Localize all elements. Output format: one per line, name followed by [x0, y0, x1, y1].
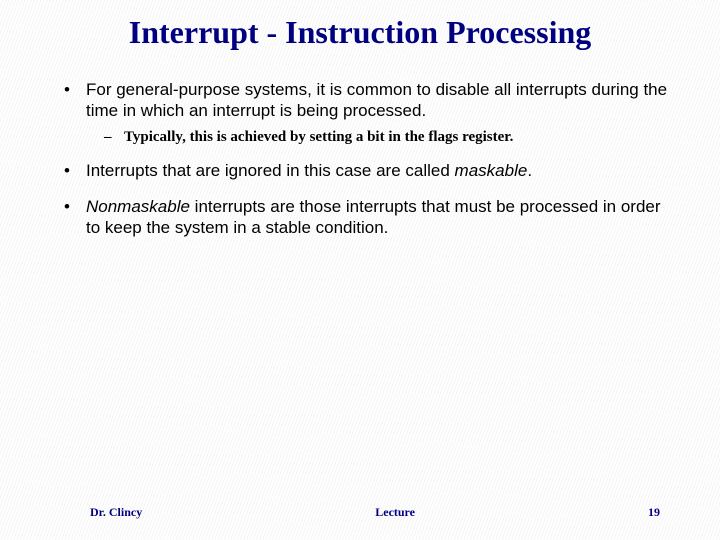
bullet-item-3: Nonmaskable interrupts are those interru…: [56, 196, 676, 239]
bullet-text-1: For general-purpose systems, it is commo…: [86, 80, 667, 120]
slide-container: Interrupt - Instruction Processing For g…: [0, 0, 720, 238]
sub-bullet-item-1: Typically, this is achieved by setting a…: [100, 128, 676, 147]
slide-footer: Dr. Clincy Lecture 19: [0, 505, 720, 520]
sub-bullet-text-1: Typically, this is achieved by setting a…: [124, 129, 513, 145]
bullet-item-2: Interrupts that are ignored in this case…: [56, 160, 676, 181]
slide-title: Interrupt - Instruction Processing: [44, 14, 676, 65]
bullet-text-2-suffix: .: [527, 161, 532, 180]
footer-lecture: Lecture: [142, 505, 648, 520]
footer-page-number: 19: [648, 505, 660, 520]
bullet-text-2-italic: maskable: [455, 161, 528, 180]
bullet-text-3-italic: Nonmaskable: [86, 197, 190, 216]
bullet-list: For general-purpose systems, it is commo…: [44, 79, 676, 238]
bullet-item-1: For general-purpose systems, it is commo…: [56, 79, 676, 146]
sub-bullet-list: Typically, this is achieved by setting a…: [86, 128, 676, 147]
bullet-text-2-prefix: Interrupts that are ignored in this case…: [86, 161, 455, 180]
footer-author: Dr. Clincy: [90, 505, 142, 520]
